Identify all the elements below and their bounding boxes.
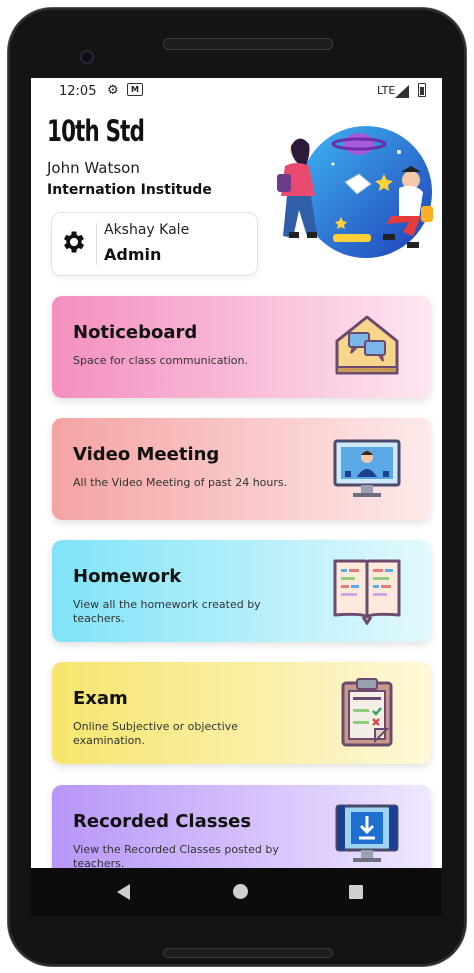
earpiece-speaker: [163, 38, 333, 50]
card-description: Online Subjective or objective examinati…: [73, 720, 238, 747]
card-description: All the Video Meeting of past 24 hours.: [73, 476, 288, 489]
noticeboard-icon: [335, 315, 399, 375]
card-title: Exam: [73, 688, 128, 709]
android-nav-bar: [31, 868, 442, 916]
card-noticeboard[interactable]: Noticeboard Space for class communicatio…: [52, 296, 431, 398]
status-time: 12:05: [59, 84, 97, 99]
profile-role: Admin: [104, 245, 162, 264]
card-title: Video Meeting: [73, 444, 220, 465]
card-description: Space for class communication.: [73, 354, 249, 367]
front-camera: [80, 50, 94, 64]
card-title: Recorded Classes: [73, 811, 252, 832]
back-icon[interactable]: [117, 884, 130, 900]
recorded-classes-icon: [335, 804, 399, 862]
app-screen: 12:05 ⚙ M LTE 10th Std John Watson Inter…: [31, 78, 442, 916]
homework-book-icon: [333, 559, 401, 625]
profile-divider: [96, 223, 97, 265]
card-title: Noticeboard: [73, 322, 198, 343]
user-name: John Watson: [47, 159, 140, 177]
video-meeting-icon: [333, 439, 401, 497]
grade-title: 10th Std: [47, 114, 145, 148]
recents-icon[interactable]: [349, 885, 363, 899]
profile-name: Akshay Kale: [104, 222, 190, 238]
status-bar: 12:05 ⚙ M LTE: [31, 78, 442, 104]
bottom-speaker: [163, 948, 333, 958]
card-video-meeting[interactable]: Video Meeting All the Video Meeting of p…: [52, 418, 431, 520]
card-title: Homework: [73, 566, 182, 587]
home-icon[interactable]: [233, 884, 248, 899]
signal-icon: [395, 85, 409, 98]
students-illustration: [277, 126, 433, 258]
card-description: View all the homework created by teacher…: [73, 598, 261, 625]
exam-clipboard-icon: [341, 678, 393, 747]
gear-icon[interactable]: [60, 228, 88, 256]
settings-icon: ⚙: [107, 83, 119, 98]
card-description: View the Recorded Classes posted by teac…: [73, 843, 279, 870]
card-homework[interactable]: Homework View all the homework created b…: [52, 540, 431, 642]
battery-icon: [418, 83, 426, 97]
mail-icon: M: [127, 83, 143, 96]
profile-card[interactable]: Akshay Kale Admin: [51, 212, 258, 276]
institute-name: Internation Institude: [47, 182, 212, 198]
network-label: LTE: [377, 84, 396, 97]
card-exam[interactable]: Exam Online Subjective or objective exam…: [52, 662, 431, 764]
